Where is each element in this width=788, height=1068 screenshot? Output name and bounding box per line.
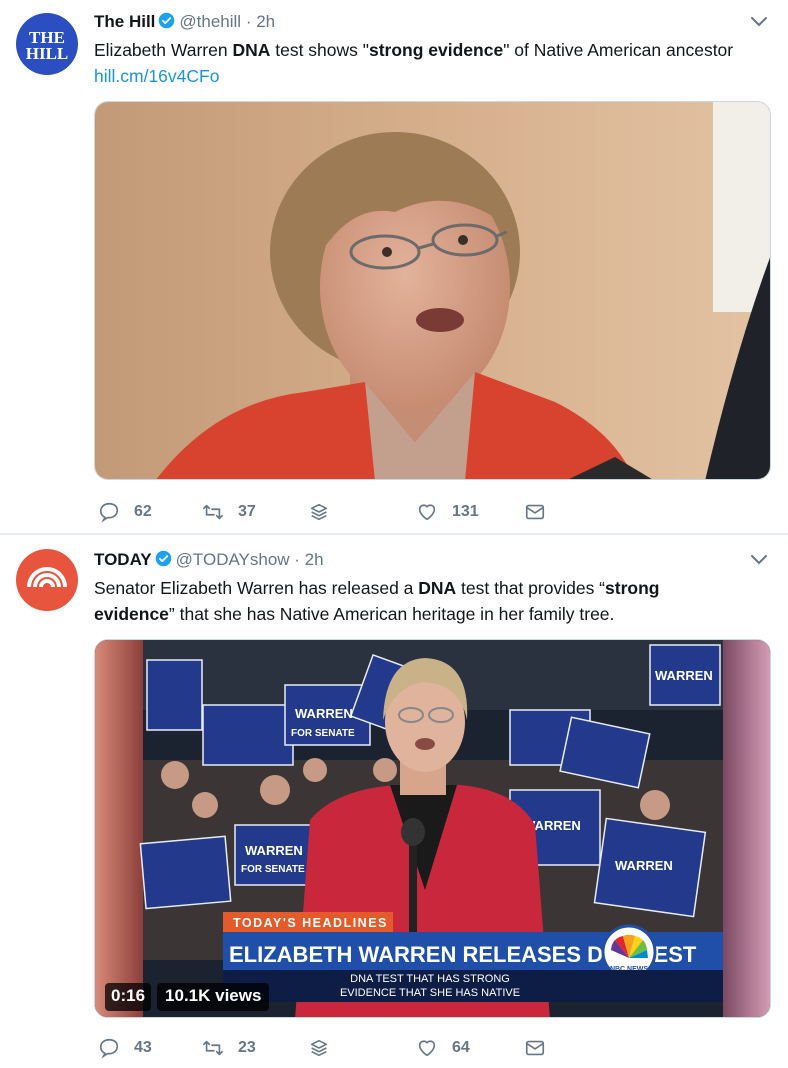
tweet-video[interactable]: WARREN FOR SENATE WARREN FOR SENATE WARR… [94,639,771,1018]
tweet-actions: 43 23 64 [94,1036,594,1060]
envelope-icon [525,1040,545,1056]
stack-button[interactable] [308,1036,344,1060]
layers-icon [310,1039,328,1057]
reply-icon [99,1038,119,1059]
caption-line-2: EVIDENCE THAT SHE HAS NATIVE [340,987,520,999]
tweet-todayshow[interactable]: TODAY @TODAYshow · 2h Senator Elizabeth W… [0,535,788,1068]
account-handle[interactable]: @TODAYshow [176,550,290,569]
verified-badge-icon [159,12,175,29]
sign-text: WARREN [615,858,673,873]
dm-button[interactable] [524,500,560,524]
account-name[interactable]: TODAY [94,550,152,569]
retweet-button[interactable]: 23 [202,1036,256,1060]
reply-icon [99,502,119,523]
heart-icon [418,504,436,521]
account-handle[interactable]: @thehill [179,12,241,31]
tweet-header: TODAY @TODAYshow · 2h [94,550,324,572]
chevron-down-icon[interactable] [750,554,768,566]
sign-text: WARREN [245,843,303,858]
headline-tag: TODAY'S HEADLINES [233,916,388,930]
photo-image [95,102,770,479]
caption-line-1: DNA TEST THAT HAS STRONG [350,973,510,985]
verified-badge-icon [155,550,171,567]
sign-text: FOR SENATE [291,728,355,739]
tweet-header: The Hill @thehill · 2h [94,12,275,34]
tweet-time[interactable]: · 2h [290,550,323,569]
tweet-thehill[interactable]: THE HILL The Hill @thehill · 2h Elizabeth… [0,0,788,534]
sign-text: FOR SENATE [241,864,305,875]
sign-text: WARREN [295,706,353,721]
tweet-photo[interactable] [94,101,771,480]
retweet-icon [203,1040,223,1056]
dm-button[interactable] [524,1036,560,1060]
stack-button[interactable] [308,500,344,524]
envelope-icon [525,504,545,520]
chevron-down-icon[interactable] [750,16,768,28]
tweet-time[interactable]: · 2h [241,12,275,31]
tweet-text: Senator Elizabeth Warren has released a … [94,578,660,624]
video-frame: WARREN FOR SENATE WARREN FOR SENATE WARR… [95,640,770,1017]
tweet-text: Elizabeth Warren DNA test shows "strong … [94,40,734,86]
reply-button[interactable]: 62 [98,500,152,524]
sign-text: WARREN [655,668,713,683]
account-name[interactable]: The Hill [94,12,155,31]
heart-icon [418,1040,436,1057]
reply-button[interactable]: 43 [98,1036,152,1060]
video-views: 10.1K views [157,983,270,1011]
layers-icon [310,503,328,521]
today-sunrise-logo-icon [27,567,67,588]
like-button[interactable]: 131 [416,500,479,524]
retweet-icon [203,504,223,520]
like-button[interactable]: 64 [416,1036,470,1060]
avatar-todayshow[interactable] [16,549,78,611]
avatar-thehill[interactable]: THE HILL [16,13,78,75]
tweet-actions: 62 37 131 [94,500,594,524]
retweet-button[interactable]: 37 [202,500,256,524]
tweet-link[interactable]: hill.cm/16v4CFo [94,66,219,86]
video-overlay: 0:16 10.1K views [105,983,270,1011]
video-duration: 0:16 [105,983,152,1011]
